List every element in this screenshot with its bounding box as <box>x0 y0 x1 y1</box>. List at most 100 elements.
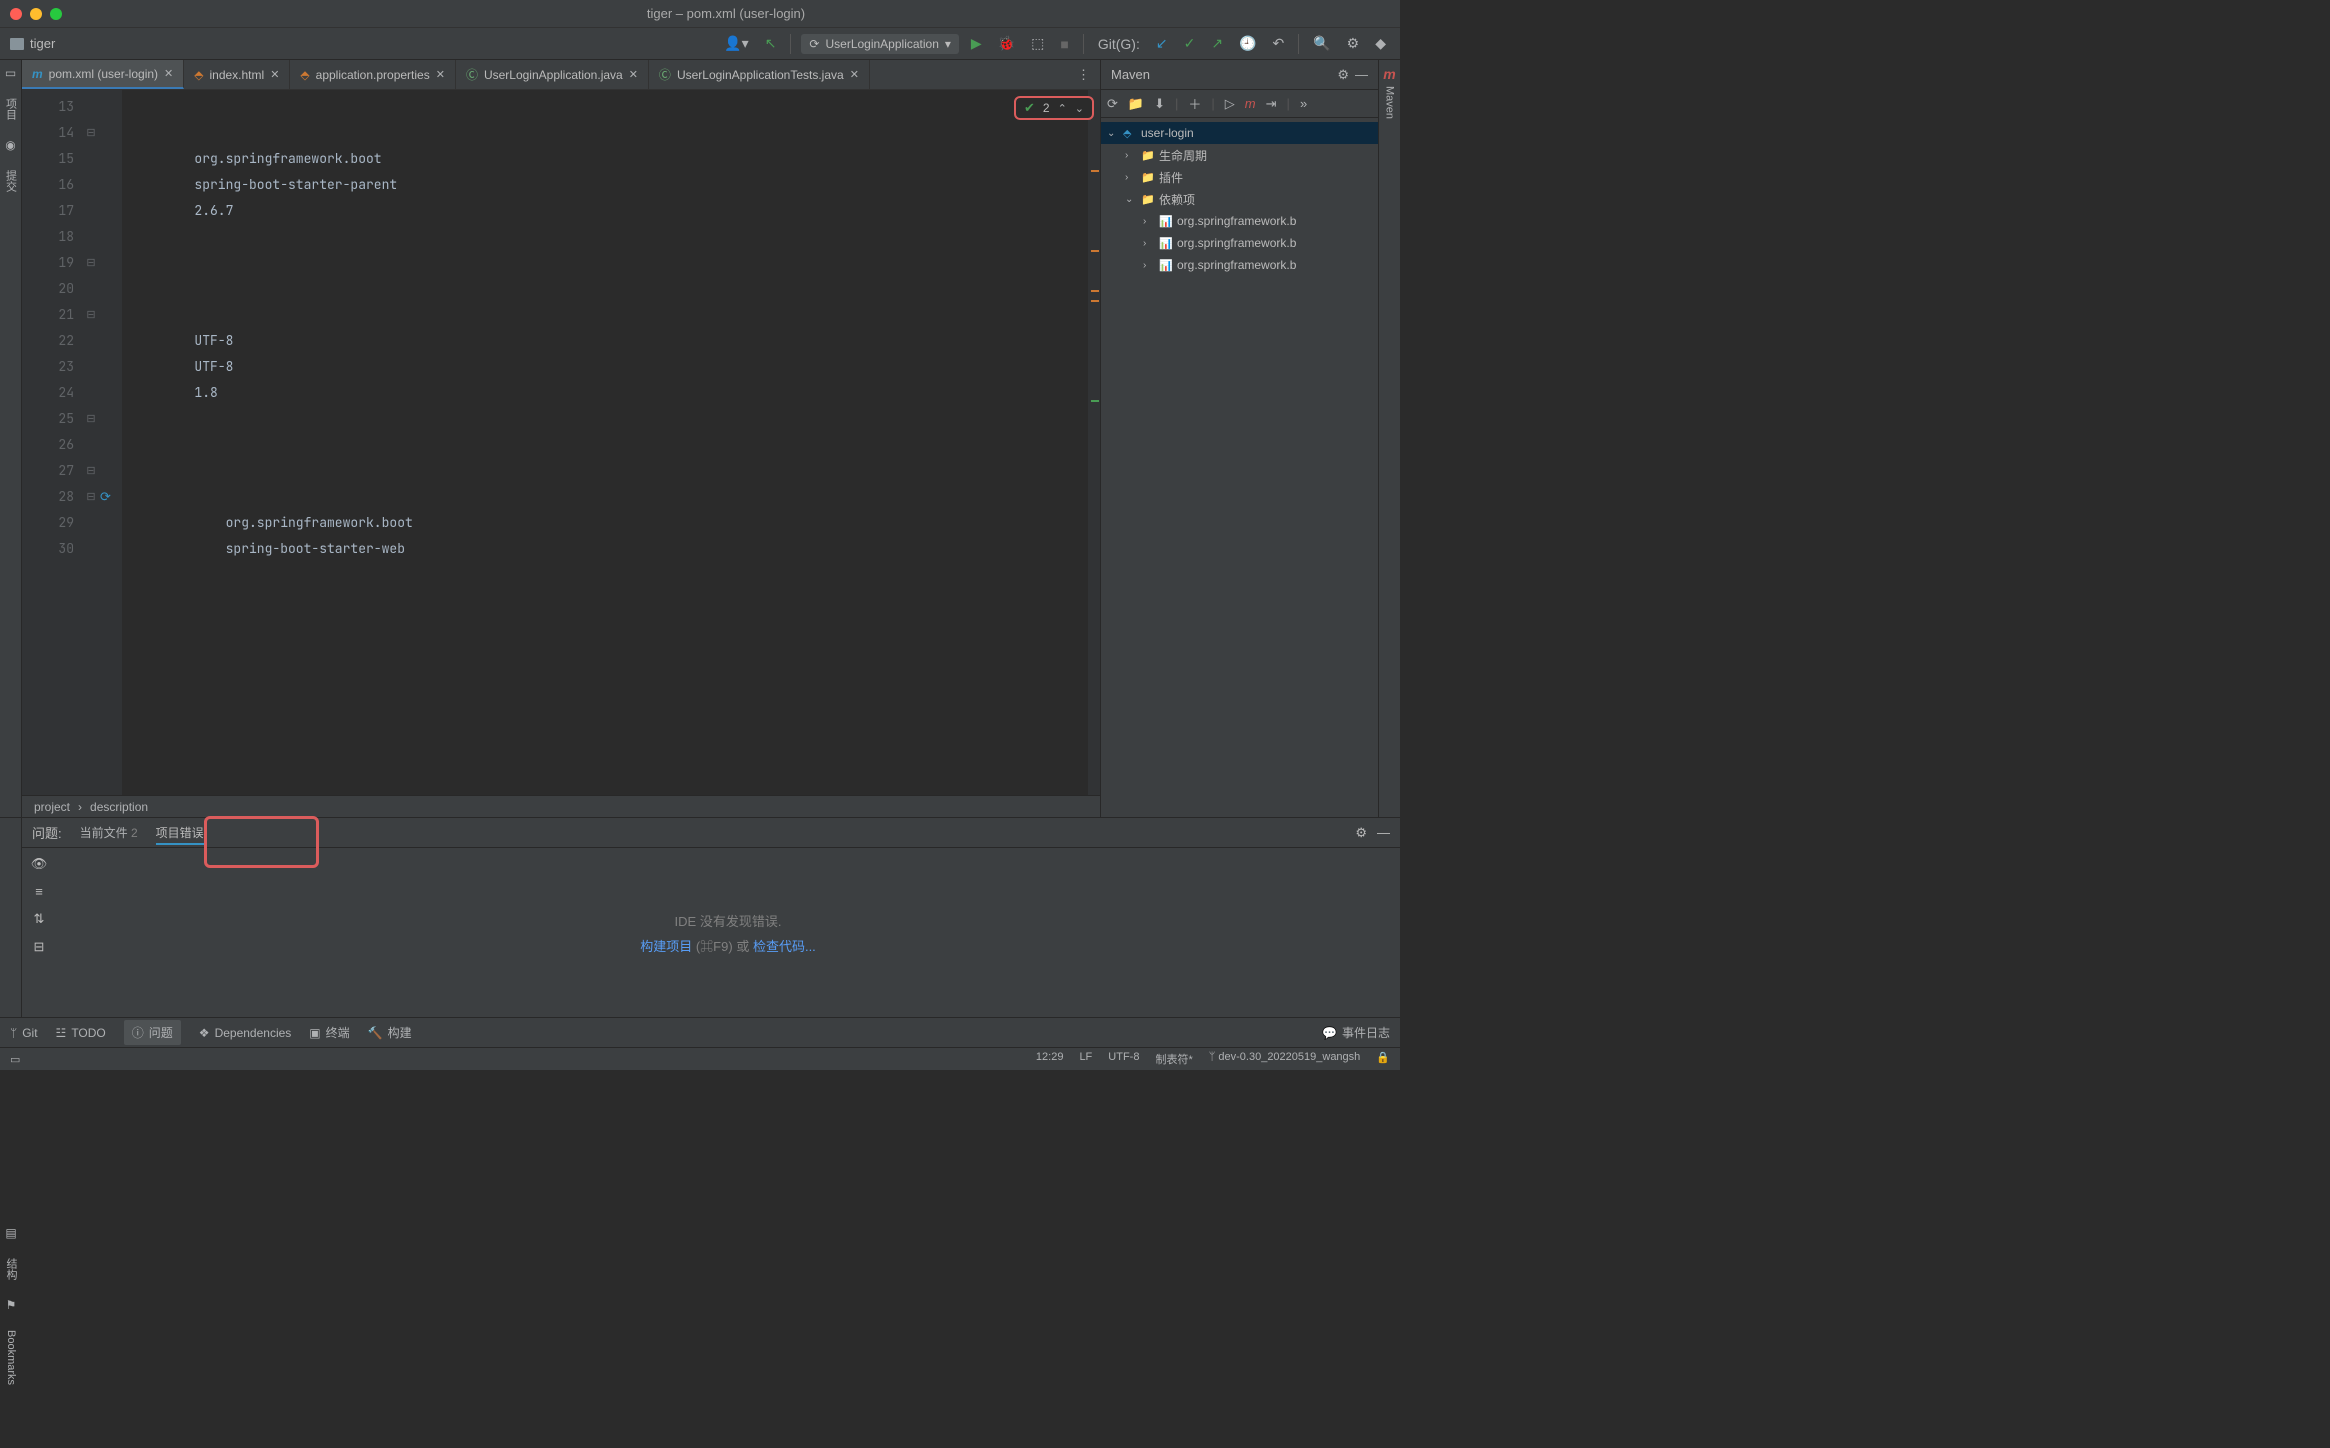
chevron-down-icon[interactable]: ⌄ <box>1125 194 1137 205</box>
close-window-icon[interactable] <box>10 8 22 20</box>
structure-tool-label[interactable]: 结构 <box>3 1258 19 1280</box>
tool-deps[interactable]: ❖Dependencies <box>199 1026 292 1040</box>
problems-tab-current[interactable]: 当前文件 2 <box>80 818 138 847</box>
chevron-right-icon[interactable]: › <box>1143 260 1155 271</box>
lock-icon[interactable]: 🔒 <box>1376 1051 1390 1067</box>
tree-node-plugins[interactable]: › 📁 插件 <box>1101 166 1378 188</box>
tree-node-lifecycle[interactable]: › 📁 生命周期 <box>1101 144 1378 166</box>
project-tool-icon[interactable]: ▭ <box>5 66 16 80</box>
encoding[interactable]: UTF-8 <box>1108 1051 1139 1067</box>
tab-more-icon[interactable]: ⋮ <box>1067 60 1100 89</box>
user-icon[interactable]: 👤▾ <box>720 33 752 54</box>
up-arrow-icon[interactable]: ⌃ <box>1058 102 1067 115</box>
tool-terminal[interactable]: ▣终端 <box>309 1024 349 1041</box>
more-icon[interactable]: » <box>1300 96 1307 111</box>
run-icon[interactable]: ▷ <box>1225 96 1235 112</box>
project-breadcrumb[interactable]: tiger <box>10 36 55 51</box>
gear-icon[interactable]: ⚙ <box>1337 67 1349 83</box>
ide-icon[interactable]: ◆ <box>1371 33 1390 54</box>
git-pull-icon[interactable]: ↙ <box>1152 33 1172 54</box>
code-area[interactable]: org.springframework.boot spring-boot-sta… <box>122 90 1088 795</box>
commit-tool-label[interactable]: 提交 <box>3 170 19 192</box>
git-commit-icon[interactable]: ✓ <box>1180 33 1200 54</box>
problems-inline-pill[interactable]: ✔ 2 ⌃ ⌄ <box>1014 96 1094 120</box>
add-project-icon[interactable]: 📁 <box>1128 96 1144 112</box>
close-icon[interactable]: ✕ <box>436 68 445 81</box>
m-icon[interactable]: m <box>1245 96 1256 111</box>
maven-strip-label[interactable]: Maven <box>1384 86 1396 119</box>
tab-label: index.html <box>209 68 264 82</box>
breadcrumb-item[interactable]: description <box>90 800 148 814</box>
bookmarks-tool-label[interactable]: Bookmarks <box>5 1330 17 1385</box>
problems-tab-project[interactable]: 项目错误 <box>156 818 204 847</box>
project-tool-label[interactable]: 项目 <box>3 98 19 120</box>
tree-node-dep[interactable]: › 📊 org.springframework.b <box>1101 232 1378 254</box>
tab-pom[interactable]: m pom.xml (user-login) ✕ <box>22 60 184 89</box>
gear-icon[interactable]: ⚙ <box>1355 825 1367 841</box>
breadcrumb-item[interactable]: project <box>34 800 70 814</box>
git-rollback-icon[interactable]: ↶ <box>1268 33 1288 54</box>
minimize-window-icon[interactable] <box>30 8 42 20</box>
tool-todo[interactable]: ☳TODO <box>56 1026 106 1040</box>
structure-icon[interactable]: ▤ <box>5 1226 16 1240</box>
git-history-icon[interactable]: 🕘 <box>1235 33 1260 54</box>
tab-properties[interactable]: ⬘ application.properties ✕ <box>290 60 456 89</box>
chevron-right-icon[interactable]: › <box>1143 238 1155 249</box>
run-button[interactable]: ▶ <box>967 33 986 54</box>
close-icon[interactable]: ✕ <box>270 68 279 81</box>
maven-tree[interactable]: ⌄ ⬘ user-login › 📁 生命周期 › 📁 插件 ⌄ 📁 依赖项 › <box>1101 118 1378 817</box>
tab-index[interactable]: ⬘ index.html ✕ <box>184 60 290 89</box>
marker-strip[interactable] <box>1088 90 1100 795</box>
tool-problems[interactable]: ⓘ问题 <box>124 1020 181 1045</box>
back-arrow-icon[interactable]: ↖ <box>761 33 781 54</box>
eye-icon[interactable]: 👁 <box>31 856 48 872</box>
down-arrow-icon[interactable]: ⌄ <box>1075 102 1084 115</box>
tool-git[interactable]: ᛘGit <box>10 1026 38 1040</box>
stop-button[interactable]: ■ <box>1056 34 1072 54</box>
minimize-panel-icon[interactable]: — <box>1377 825 1390 841</box>
git-push-icon[interactable]: ↗ <box>1207 33 1227 54</box>
commit-tool-icon[interactable]: ◉ <box>5 138 15 152</box>
chevron-right-icon[interactable]: › <box>1125 150 1137 161</box>
tab-tests-java[interactable]: Ⓒ UserLoginApplicationTests.java ✕ <box>649 60 870 89</box>
chevron-down-icon[interactable]: ⌄ <box>1107 128 1119 139</box>
sort-icon[interactable]: ⇅ <box>34 911 45 927</box>
tree-node-dep[interactable]: › 📊 org.springframework.b <box>1101 210 1378 232</box>
plus-icon[interactable]: ＋ <box>1188 94 1201 113</box>
tree-node-root[interactable]: ⌄ ⬘ user-login <box>1101 122 1378 144</box>
tool-events[interactable]: 💬事件日志 <box>1322 1024 1390 1041</box>
cursor-pos[interactable]: 12:29 <box>1036 1051 1064 1067</box>
git-branch[interactable]: ᛘ dev-0.30_20220519_wangsh <box>1209 1051 1361 1067</box>
download-icon[interactable]: ⬇ <box>1154 96 1165 112</box>
close-icon[interactable]: ✕ <box>629 68 638 81</box>
line-sep[interactable]: LF <box>1079 1051 1092 1067</box>
refresh-icon[interactable]: ⟳ <box>1107 96 1118 112</box>
chevron-right-icon[interactable]: › <box>1125 172 1137 183</box>
tab-app-java[interactable]: Ⓒ UserLoginApplication.java ✕ <box>456 60 649 89</box>
filter-icon[interactable]: ≡ <box>35 884 43 899</box>
expand-icon[interactable]: ⊟ <box>34 939 45 955</box>
close-icon[interactable]: ✕ <box>164 67 173 80</box>
debug-button[interactable]: 🐞 <box>994 33 1019 54</box>
settings-icon[interactable]: ⚙ <box>1343 33 1364 54</box>
tool-build[interactable]: 🔨构建 <box>368 1024 412 1041</box>
build-project-link[interactable]: 构建项目 <box>640 939 692 954</box>
coverage-button[interactable]: ⬚ <box>1027 33 1048 54</box>
minimize-panel-icon[interactable]: — <box>1355 67 1368 82</box>
editor[interactable]: 131415161718192021222324252627282930 ⊟⊟⊟… <box>22 90 1100 795</box>
collapse-icon[interactable]: ⇥ <box>1266 96 1277 112</box>
indent[interactable]: 制表符* <box>1155 1051 1192 1067</box>
chevron-right-icon[interactable]: › <box>1143 216 1155 227</box>
close-icon[interactable]: ✕ <box>850 68 859 81</box>
maven-strip-icon[interactable]: m <box>1383 66 1395 82</box>
inspect-code-link[interactable]: 检查代码... <box>753 939 816 954</box>
search-icon[interactable]: 🔍 <box>1309 33 1334 54</box>
bookmarks-icon[interactable]: ⚑ <box>6 1298 17 1312</box>
tree-node-dep[interactable]: › 📊 org.springframework.b <box>1101 254 1378 276</box>
fold-gutter[interactable]: ⊟⊟⊟⊟⊟⊟ <box>82 90 100 795</box>
maximize-window-icon[interactable] <box>50 8 62 20</box>
editor-breadcrumb[interactable]: project › description <box>22 795 1100 817</box>
tree-node-deps[interactable]: ⌄ 📁 依赖项 <box>1101 188 1378 210</box>
run-config-selector[interactable]: ⟳ UserLoginApplication ▾ <box>801 34 959 54</box>
status-icon[interactable]: ▭ <box>10 1053 20 1066</box>
